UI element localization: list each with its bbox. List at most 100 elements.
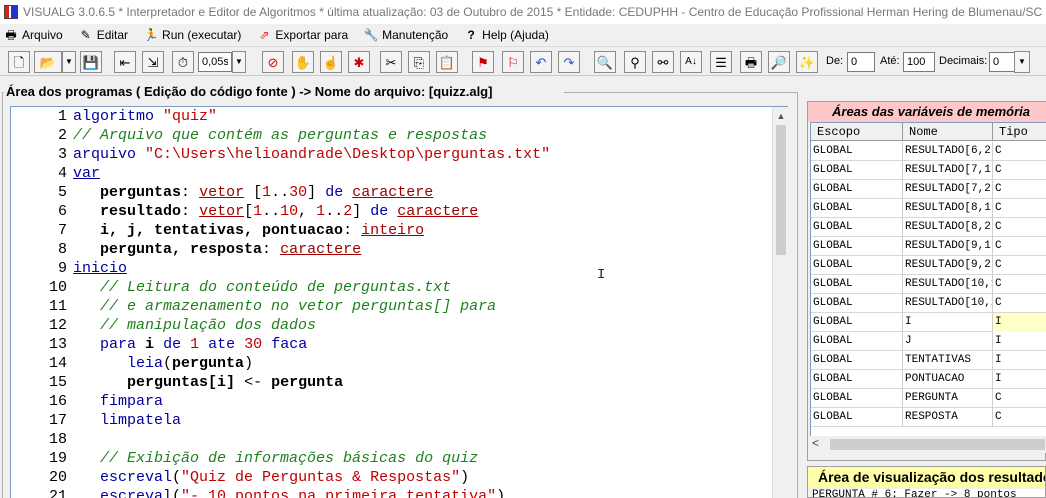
variables-panel: Áreas das variáveis de memória Escopo No…: [807, 101, 1046, 461]
column-tipo[interactable]: Tipo: [993, 123, 1046, 141]
redo-icon[interactable]: ↷: [558, 51, 580, 73]
output-panel: Área de visualização dos resultados PERG…: [807, 466, 1046, 498]
menu-editar[interactable]: ✎ Editar: [79, 25, 128, 44]
code-line: 12 // manipulação dos dados: [48, 317, 317, 334]
cell-nome: RESULTADO[7,2]: [903, 180, 993, 199]
export-icon: ⇗: [259, 27, 270, 42]
cell-escopo: GLOBAL: [811, 199, 903, 218]
breakpoint-icon[interactable]: ✱: [348, 51, 370, 73]
ate-label: Até:: [880, 55, 900, 67]
print-icon[interactable]: 🖶: [740, 51, 762, 73]
stop-icon[interactable]: ⊘: [262, 51, 284, 73]
cell-tipo: C: [993, 161, 1046, 180]
printer-icon: 🖶: [5, 27, 17, 42]
magic-wand-icon[interactable]: ✨: [796, 51, 818, 73]
table-row[interactable]: GLOBAL RESULTADO[9,1] C: [811, 237, 1046, 256]
table-row[interactable]: GLOBAL RESULTADO[6,2] C: [811, 142, 1046, 161]
cell-nome: RESPOSTA: [903, 408, 993, 427]
menu-run[interactable]: 🏃 Run (executar): [144, 25, 242, 44]
ate-input[interactable]: [903, 52, 935, 72]
output-title: Área de visualização dos resultados: [808, 467, 1045, 487]
menu-exportar[interactable]: ⇗ Exportar para: [257, 25, 348, 44]
hscroll-thumb[interactable]: [830, 439, 1045, 450]
code-line: 17 limpatela: [48, 412, 182, 429]
table-row[interactable]: GLOBAL PONTUACAO I: [811, 370, 1046, 389]
speed-dropdown-icon[interactable]: ▼: [232, 51, 246, 73]
table-row[interactable]: GLOBALRESULTADO[10,2]C: [811, 294, 1046, 313]
code-editor[interactable]: 1 algoritmo "quiz" 2// Arquivo que contém…: [10, 106, 788, 498]
red-marker-icon[interactable]: ⚐: [502, 51, 524, 73]
menu-bar: 🖶 Arquivo ✎ Editar 🏃 Run (executar) ⇗ Export…: [0, 24, 1046, 45]
preview-icon[interactable]: 🔎: [768, 51, 790, 73]
output-text: PERGUNTA # 6: Fazer -> 8 pontos: [812, 489, 1045, 497]
cell-tipo: C: [993, 142, 1046, 161]
speed-input[interactable]: [198, 52, 232, 72]
table-row[interactable]: GLOBAL RESULTADO[8,2] C: [811, 218, 1046, 237]
table-row[interactable]: GLOBAL I I: [811, 313, 1046, 332]
open-dropdown-icon[interactable]: ▼: [62, 51, 76, 73]
open-file-icon[interactable]: 📂: [34, 51, 62, 73]
replace-icon[interactable]: ⚲: [624, 51, 646, 73]
table-row[interactable]: GLOBAL J I: [811, 332, 1046, 351]
column-escopo[interactable]: Escopo: [811, 123, 903, 141]
code-line: 1 algoritmo "quiz": [57, 108, 218, 125]
scroll-thumb[interactable]: [776, 125, 786, 255]
cell-escopo: GLOBAL: [811, 408, 903, 427]
code-line: 8 pergunta, resposta: caractere: [57, 241, 362, 258]
menu-manutencao[interactable]: 🔧 Manutenção: [363, 25, 449, 44]
menu-help[interactable]: ? Help (Ajuda): [464, 25, 549, 44]
find-icon[interactable]: 🔍: [594, 51, 616, 73]
table-row[interactable]: GLOBAL TENTATIVAS I: [811, 351, 1046, 370]
red-flag-icon[interactable]: ⚑: [472, 51, 494, 73]
decimais-label: Decimais:: [939, 55, 988, 67]
de-input[interactable]: [847, 52, 875, 72]
save-icon[interactable]: 💾: [80, 51, 102, 73]
table-row[interactable]: GLOBAL RESULTADO[8,1] C: [811, 199, 1046, 218]
new-file-icon[interactable]: 🗋: [8, 51, 30, 73]
column-nome[interactable]: Nome: [903, 123, 993, 141]
table-row[interactable]: GLOBAL RESULTADO[7,1] C: [811, 161, 1046, 180]
list-icon[interactable]: ☰: [710, 51, 732, 73]
copy-icon[interactable]: ⎘: [408, 51, 430, 73]
cell-nome: RESULTADO[10,1]: [903, 275, 993, 294]
timer-icon[interactable]: ⏱: [172, 51, 194, 73]
editor-vertical-scrollbar[interactable]: ▲: [772, 107, 788, 498]
cut-icon[interactable]: ✂: [380, 51, 402, 73]
table-row[interactable]: GLOBAL RESULTADO[9,2] C: [811, 256, 1046, 275]
variables-horizontal-scrollbar[interactable]: <: [810, 436, 1046, 453]
indent-icon[interactable]: ⇤: [114, 51, 136, 73]
table-row[interactable]: GLOBAL RESULTADO[7,2] C: [811, 180, 1046, 199]
format-icon[interactable]: ⇲: [142, 51, 164, 73]
scroll-up-icon[interactable]: ▲: [773, 109, 789, 123]
question-icon: ?: [467, 27, 475, 42]
undo-icon[interactable]: ↶: [530, 51, 552, 73]
cell-tipo: I: [993, 370, 1046, 389]
menu-arquivo[interactable]: 🖶 Arquivo: [4, 25, 62, 44]
table-row[interactable]: GLOBALRESULTADO[10,1]C: [811, 275, 1046, 294]
find-next-icon[interactable]: ⚯: [652, 51, 674, 73]
decimais-dropdown-icon[interactable]: ▼: [1014, 51, 1030, 73]
code-line: 10 // Leitura do conteúdo de perguntas.t…: [48, 279, 452, 296]
table-row[interactable]: GLOBAL RESPOSTA C: [811, 408, 1046, 427]
hand-icon[interactable]: ✋: [292, 51, 314, 73]
paste-icon[interactable]: 📋: [436, 51, 458, 73]
cell-nome: I: [903, 313, 993, 332]
code-line: 19 // Exibição de informações básicas do…: [48, 450, 479, 467]
cell-nome: RESULTADO[9,2]: [903, 256, 993, 275]
cell-nome: RESULTADO[8,1]: [903, 199, 993, 218]
table-row[interactable]: GLOBAL PERGUNTA C: [811, 389, 1046, 408]
decimais-input[interactable]: [989, 52, 1015, 72]
hand-step-icon[interactable]: ☝: [320, 51, 342, 73]
scroll-left-icon[interactable]: <: [812, 436, 819, 450]
cell-nome: RESULTADO[10,2]: [903, 294, 993, 313]
code-line: 3 arquivo "C:\Users\helioandrade\Desktop\…: [57, 146, 551, 163]
menu-exportar-label: Exportar para: [275, 27, 349, 42]
cell-escopo: GLOBAL: [811, 389, 903, 408]
pencil-icon: ✎: [80, 27, 91, 42]
cell-tipo: C: [993, 180, 1046, 199]
cell-nome: RESULTADO[9,1]: [903, 237, 993, 256]
wrench-icon: 🔧: [363, 27, 379, 42]
code-line: 4 var: [57, 165, 101, 182]
case-icon[interactable]: A↓: [680, 51, 702, 73]
code-line: 15 perguntas[i] <- pergunta: [48, 374, 344, 391]
